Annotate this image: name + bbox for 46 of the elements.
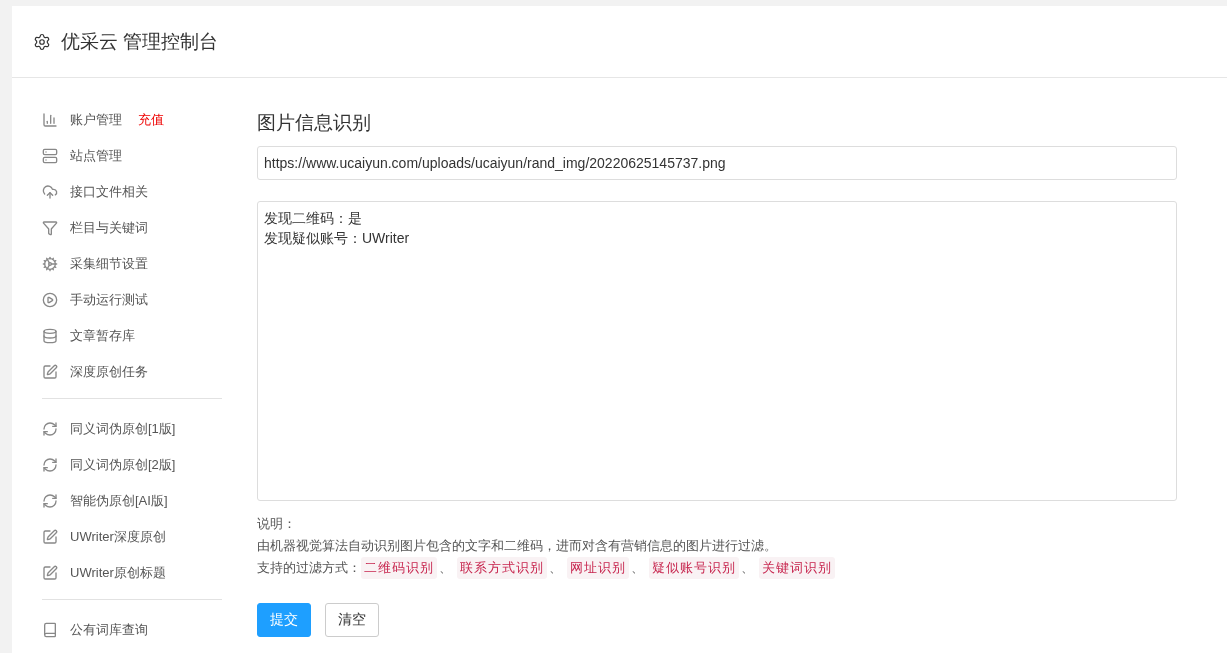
- separator: 、: [549, 559, 562, 577]
- edit-icon: [42, 529, 58, 545]
- method-tag: 关键词识别: [759, 557, 835, 579]
- settings-icon: [33, 32, 51, 51]
- refresh-icon: [42, 457, 58, 473]
- sidebar-item[interactable]: 智能伪原创[AI版]: [70, 492, 168, 510]
- sidebar-item[interactable]: 文章暂存库: [70, 327, 135, 345]
- notes-heading: 说明：: [257, 515, 296, 533]
- methods-label: 支持的过滤方式：: [257, 559, 361, 577]
- notes-description: 由机器视觉算法自动识别图片包含的文字和二维码，进而对含有营销信息的图片进行过滤。: [257, 537, 777, 555]
- sidebar-item[interactable]: 同义词伪原创[2版]: [70, 456, 176, 474]
- cloud-upload-icon: [42, 184, 58, 200]
- sidebar-item[interactable]: 站点管理: [70, 147, 122, 165]
- sidebar-item[interactable]: 公有词库查询: [70, 621, 148, 639]
- separator: 、: [741, 559, 754, 577]
- method-tag: 疑似账号识别: [649, 557, 739, 579]
- server-icon: [42, 148, 58, 164]
- clear-button[interactable]: 清空: [325, 603, 379, 637]
- sidebar-item[interactable]: 账户管理: [70, 111, 122, 129]
- database-icon: [42, 328, 58, 344]
- bar-chart-icon: [42, 112, 58, 128]
- refresh-icon: [42, 493, 58, 509]
- sidebar-item[interactable]: 同义词伪原创[1版]: [70, 420, 176, 438]
- play-icon: [42, 292, 58, 308]
- console-title: 优采云 管理控制台: [61, 29, 219, 54]
- sidebar-item[interactable]: UWriter深度原创: [70, 528, 166, 546]
- separator: 、: [439, 559, 452, 577]
- sidebar-item[interactable]: 深度原创任务: [70, 363, 148, 381]
- edit-icon: [42, 364, 58, 380]
- section-title: 图片信息识别: [257, 111, 372, 135]
- separator: 、: [631, 559, 644, 577]
- sidebar-item[interactable]: 栏目与关键词: [70, 219, 148, 237]
- result-box[interactable]: 发现二维码：是 发现疑似账号：UWriter: [257, 201, 1177, 501]
- edit-icon: [42, 565, 58, 581]
- sidebar-item[interactable]: 手动运行测试: [70, 291, 148, 309]
- filter-icon: [42, 220, 58, 236]
- method-tag: 网址识别: [567, 557, 629, 579]
- sidebar-item[interactable]: 采集细节设置: [70, 255, 148, 273]
- method-tag: 联系方式识别: [457, 557, 547, 579]
- recharge-link[interactable]: 充值: [138, 111, 164, 129]
- refresh-icon: [42, 421, 58, 437]
- method-tag: 二维码识别: [361, 557, 437, 579]
- sidebar-item[interactable]: 接口文件相关: [70, 183, 148, 201]
- url-field[interactable]: https://www.ucaiyun.com/uploads/ucaiyun/rand_img/20220625145737.png: [257, 146, 1177, 180]
- book-icon: [42, 622, 58, 638]
- sidebar-item[interactable]: UWriter原创标题: [70, 564, 166, 582]
